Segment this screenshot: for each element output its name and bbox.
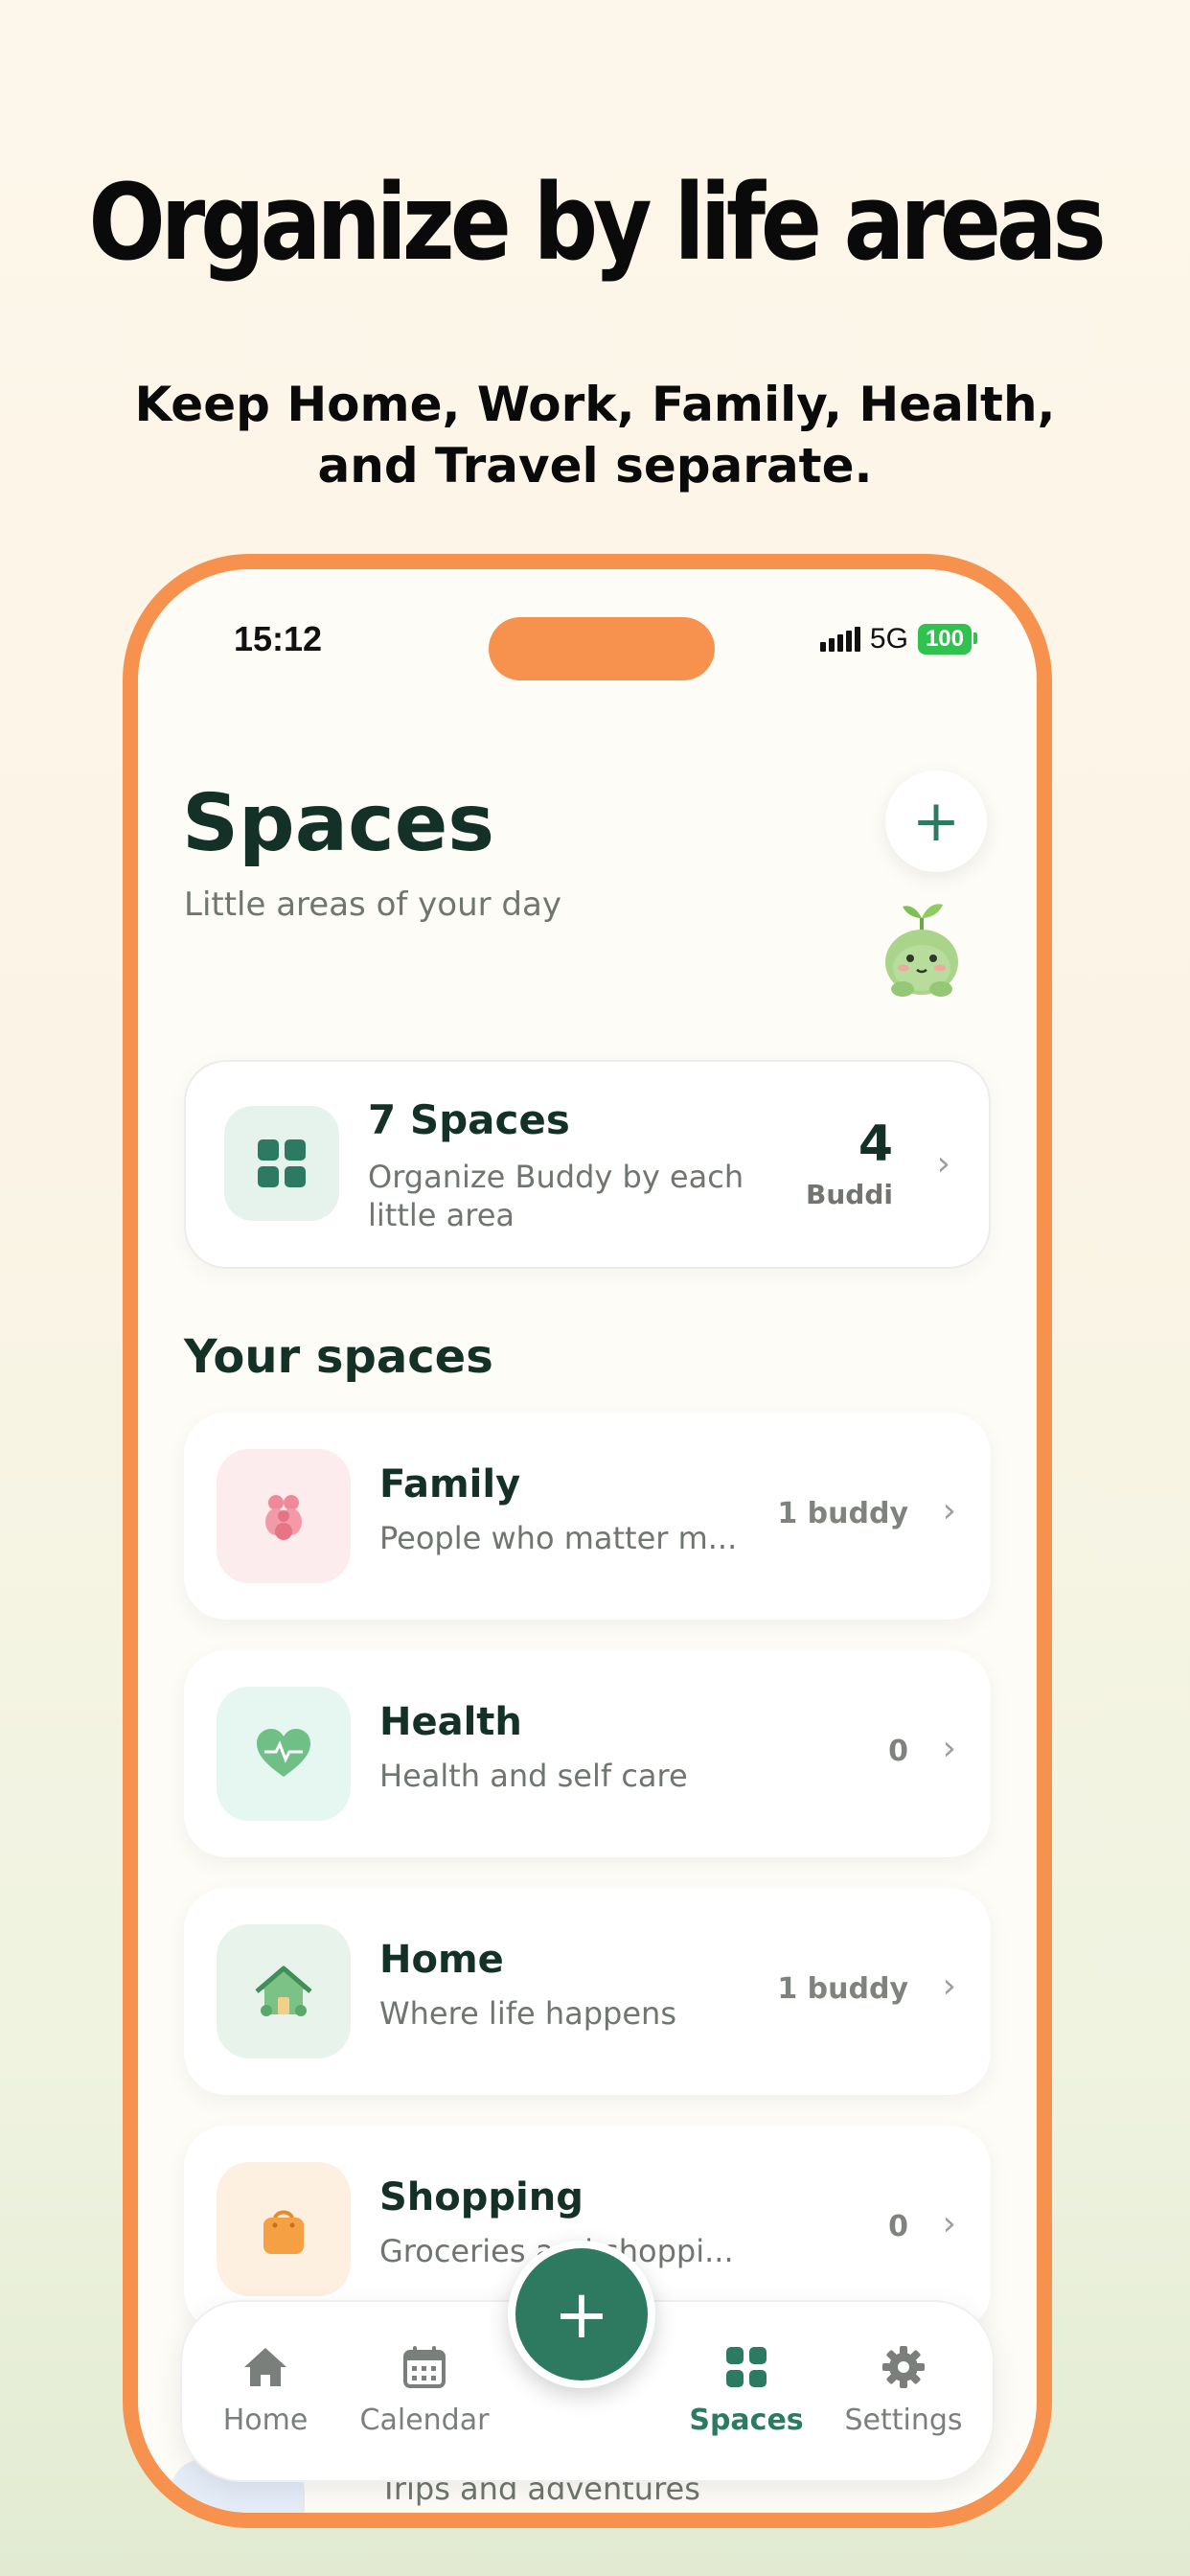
space-description: People who matter m... xyxy=(379,1520,738,1556)
space-name: Shopping xyxy=(379,2175,584,2220)
tab-label: Home xyxy=(222,2404,309,2437)
space-description: Health and self care xyxy=(379,1758,688,1794)
buddy-count-label: Buddi xyxy=(806,1179,893,1210)
phone-frame: 15:12 5G 100 Spaces Little areas of your… xyxy=(123,554,1052,2528)
add-space-button[interactable]: + xyxy=(885,770,987,872)
tab-label: Spaces xyxy=(689,2404,804,2437)
plus-icon: + xyxy=(553,2275,610,2354)
family-icon xyxy=(217,1449,351,1583)
home-icon xyxy=(244,2348,286,2386)
grid-icon xyxy=(224,1106,339,1221)
space-name: Home xyxy=(379,1938,504,1982)
add-buddy-fab[interactable]: + xyxy=(508,2241,655,2388)
network-label: 5G xyxy=(869,623,908,655)
space-name: Health xyxy=(379,1700,522,1744)
calendar-icon xyxy=(403,2346,446,2388)
space-description: Where life happens xyxy=(379,1995,676,2032)
heart-icon xyxy=(217,1687,351,1821)
gear-icon xyxy=(882,2346,925,2388)
mascot-sprout-icon xyxy=(885,904,958,997)
spaces-summary-card[interactable]: 7 Spaces Organize Buddy by each little a… xyxy=(184,1060,991,1269)
house-icon xyxy=(217,1924,351,2058)
space-buddy-count: 1 buddy xyxy=(777,1972,908,2006)
battery-icon: 100 xyxy=(917,624,978,655)
chevron-right-icon: › xyxy=(942,1729,956,1768)
summary-title: 7 Spaces xyxy=(368,1096,570,1143)
space-card-health[interactable]: Health Health and self care 0 › xyxy=(184,1650,991,1857)
tab-label: Calendar xyxy=(359,2404,490,2437)
space-card-family[interactable]: Family People who matter m... 1 buddy › xyxy=(184,1413,991,1620)
space-card-home[interactable]: Home Where life happens 1 buddy › xyxy=(184,1888,991,2095)
chevron-right-icon: › xyxy=(942,1966,956,2006)
space-buddy-count: 1 buddy xyxy=(777,1497,908,1530)
shopping-bag-icon xyxy=(217,2162,351,2296)
grid-icon xyxy=(726,2347,767,2387)
space-buddy-count: 0 xyxy=(888,1735,908,1768)
status-indicators: 5G 100 xyxy=(819,623,978,656)
page-subtitle: Little areas of your day xyxy=(184,886,561,924)
tab-calendar[interactable]: Calendar xyxy=(353,2344,496,2437)
promo-headline: Organize by life areas xyxy=(88,161,1106,284)
tab-settings[interactable]: Settings xyxy=(832,2344,975,2437)
status-time: 15:12 xyxy=(234,619,323,658)
summary-description: Organize Buddy by each little area xyxy=(368,1159,744,1233)
chevron-right-icon: › xyxy=(942,1491,956,1530)
tab-spaces[interactable]: Spaces xyxy=(675,2344,818,2437)
page-title: Spaces xyxy=(182,778,495,869)
buddy-count: 4 xyxy=(858,1116,893,1173)
section-title: Your spaces xyxy=(184,1330,493,1384)
space-buddy-count: 0 xyxy=(888,2210,908,2243)
plus-icon: + xyxy=(911,788,961,855)
signal-icon xyxy=(819,627,860,652)
tab-home[interactable]: Home xyxy=(194,2344,337,2437)
space-name: Family xyxy=(379,1462,521,1506)
promo-subheadline: Keep Home, Work, Family, Health, and Tra… xyxy=(134,377,1056,494)
chevron-right-icon: › xyxy=(942,2204,956,2243)
chevron-right-icon: › xyxy=(936,1144,950,1184)
tab-label: Settings xyxy=(844,2404,963,2437)
dynamic-island xyxy=(489,617,715,680)
